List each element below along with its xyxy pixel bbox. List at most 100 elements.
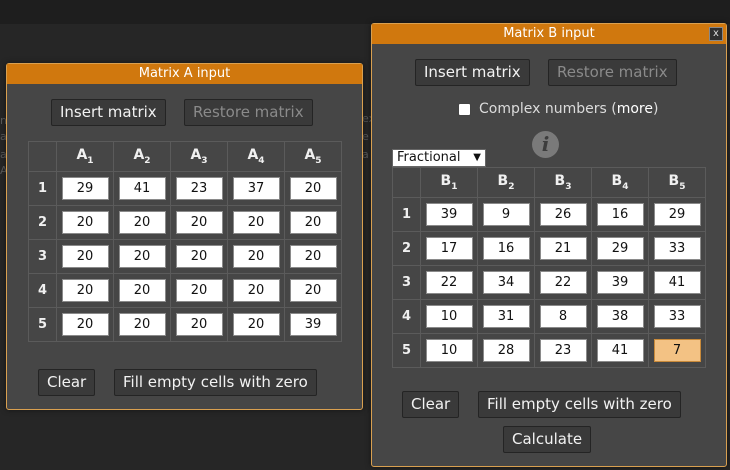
matrix-cell-input[interactable]: 20	[61, 279, 109, 302]
matrix-cell-input[interactable]: 16	[482, 237, 530, 260]
insert-matrix-b-button[interactable]: Insert matrix	[415, 59, 530, 86]
column-header-index: 1	[451, 181, 458, 192]
matrix-cell-input[interactable]: 20	[61, 245, 109, 268]
row-header: 4	[28, 273, 57, 308]
complex-numbers-checkbox[interactable]	[458, 103, 471, 116]
matrix-cell-input[interactable]: 37	[232, 177, 280, 200]
row-header: 2	[28, 205, 57, 240]
row-header: 2	[392, 231, 421, 266]
matrix-cell: 23	[170, 171, 228, 206]
matrix-cell: 23	[534, 333, 592, 368]
matrix-corner	[392, 167, 421, 198]
matrix-cell-input[interactable]: 16	[596, 203, 644, 226]
matrix-cell-input[interactable]: 41	[118, 177, 166, 200]
matrix-cell-input[interactable]: 9	[482, 203, 530, 226]
matrix-cell-input[interactable]: 10	[425, 305, 473, 328]
matrix-cell: 20	[56, 239, 114, 274]
matrix-cell: 20	[284, 273, 342, 308]
matrix-row: 1 29 41 23 37 20	[28, 171, 342, 206]
clear-b-button[interactable]: Clear	[402, 391, 460, 418]
matrix-cell-input[interactable]: 41	[596, 339, 644, 362]
matrix-cell-input[interactable]: 20	[232, 313, 280, 336]
close-icon[interactable]: x	[709, 27, 723, 41]
info-icon[interactable]: i	[532, 131, 559, 158]
matrix-cell-input[interactable]: 39	[596, 271, 644, 294]
number-format-value: Fractional	[397, 150, 461, 165]
matrix-cell-input[interactable]: 20	[175, 279, 223, 302]
matrix-cell-input[interactable]: 20	[289, 279, 337, 302]
matrix-cell: 16	[477, 231, 535, 266]
matrix-cell: 7	[648, 333, 706, 368]
matrix-cell: 39	[591, 265, 649, 300]
column-header-letter: B	[440, 173, 452, 190]
matrix-cell-input[interactable]: 39	[425, 203, 473, 226]
matrix-cell-input[interactable]: 22	[425, 271, 473, 294]
matrix-cell-input[interactable]: 20	[232, 279, 280, 302]
matrix-cell: 10	[420, 299, 478, 334]
matrix-row: 4 10 31 8 38 33	[392, 299, 706, 334]
matrix-cell-input[interactable]: 20	[118, 245, 166, 268]
matrix-cell-input[interactable]: 33	[653, 237, 701, 260]
restore-matrix-a-button[interactable]: Restore matrix	[184, 99, 313, 126]
clear-a-button[interactable]: Clear	[38, 369, 96, 396]
matrix-cell-input[interactable]: 21	[539, 237, 587, 260]
matrix-cell-input[interactable]: 20	[175, 313, 223, 336]
number-format-select[interactable]: Fractional ▼	[392, 149, 486, 167]
matrix-cell-input[interactable]: 20	[175, 245, 223, 268]
matrix-cell-input[interactable]: 33	[653, 305, 701, 328]
matrix-cell-input[interactable]: 39	[289, 313, 337, 336]
matrix-cell-input[interactable]: 28	[482, 339, 530, 362]
matrix-cell-input[interactable]: 26	[539, 203, 587, 226]
matrix-row: 1 39 9 26 16 29	[392, 197, 706, 232]
column-header-index: 2	[508, 181, 515, 192]
matrix-cell-input[interactable]: 20	[232, 211, 280, 234]
column-header-index: 1	[87, 155, 94, 166]
column-header: B4	[591, 167, 649, 198]
matrix-cell-input[interactable]: 29	[61, 177, 109, 200]
matrix-cell-input[interactable]: 41	[653, 271, 701, 294]
matrix-a-title[interactable]: Matrix A input	[7, 64, 362, 84]
matrix-cell-input[interactable]: 20	[61, 313, 109, 336]
matrix-cell-input[interactable]: 17	[425, 237, 473, 260]
matrix-cell-input[interactable]: 20	[289, 245, 337, 268]
matrix-cell-input[interactable]: 34	[482, 271, 530, 294]
matrix-cell-input[interactable]: 20	[232, 245, 280, 268]
row-header: 3	[392, 265, 421, 300]
column-header-index: 3	[201, 155, 208, 166]
matrix-cell: 39	[420, 197, 478, 232]
matrix-cell-input[interactable]: 20	[118, 313, 166, 336]
matrix-cell-input[interactable]: 23	[175, 177, 223, 200]
column-header-letter: B	[668, 173, 680, 190]
matrix-cell: 22	[420, 265, 478, 300]
matrix-cell-input[interactable]: 20	[118, 279, 166, 302]
matrix-cell-input[interactable]: 20	[61, 211, 109, 234]
column-header: B2	[477, 167, 535, 198]
matrix-cell-input[interactable]: 7	[653, 339, 701, 362]
matrix-cell-input[interactable]: 20	[289, 211, 337, 234]
matrix-cell-input[interactable]: 10	[425, 339, 473, 362]
matrix-cell-input[interactable]: 20	[118, 211, 166, 234]
more-link[interactable]: more	[617, 101, 653, 117]
restore-matrix-b-button[interactable]: Restore matrix	[548, 59, 677, 86]
matrix-cell: 20	[284, 205, 342, 240]
fill-zero-a-button[interactable]: Fill empty cells with zero	[114, 369, 317, 396]
matrix-cell-input[interactable]: 20	[175, 211, 223, 234]
matrix-cell: 41	[113, 171, 171, 206]
matrix-cell: 29	[591, 231, 649, 266]
matrix-cell-input[interactable]: 20	[289, 177, 337, 200]
matrix-cell-input[interactable]: 23	[539, 339, 587, 362]
matrix-cell-input[interactable]: 38	[596, 305, 644, 328]
matrix-cell: 31	[477, 299, 535, 334]
matrix-cell-input[interactable]: 29	[596, 237, 644, 260]
row-header: 1	[28, 171, 57, 206]
matrix-cell-input[interactable]: 31	[482, 305, 530, 328]
matrix-cell: 29	[648, 197, 706, 232]
calculate-button[interactable]: Calculate	[503, 426, 592, 453]
column-header-letter: A	[133, 147, 145, 164]
matrix-cell-input[interactable]: 8	[539, 305, 587, 328]
insert-matrix-a-button[interactable]: Insert matrix	[51, 99, 166, 126]
matrix-b-title[interactable]: Matrix B input	[372, 24, 726, 44]
matrix-cell-input[interactable]: 22	[539, 271, 587, 294]
fill-zero-b-button[interactable]: Fill empty cells with zero	[478, 391, 681, 418]
matrix-cell-input[interactable]: 29	[653, 203, 701, 226]
